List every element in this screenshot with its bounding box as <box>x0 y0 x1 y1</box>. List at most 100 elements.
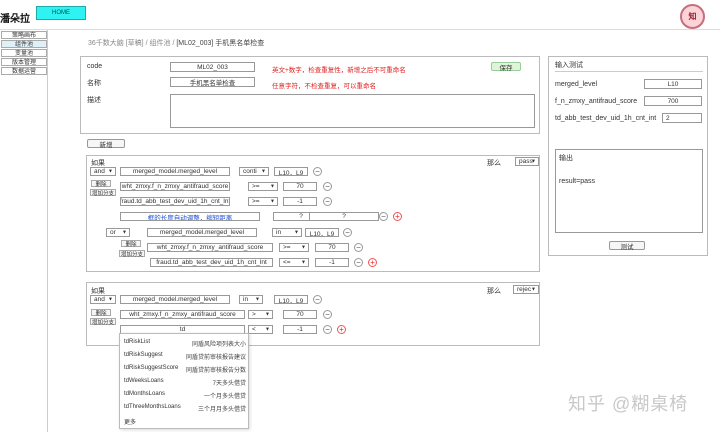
test-panel: 输入测试 merged_level L10 f_n_zmxy_antifraud… <box>548 56 708 256</box>
rule1-sub-cond2-op[interactable]: >= ▼ <box>279 243 309 252</box>
rule1-hint-box2[interactable]: ? <box>309 212 379 221</box>
rule1-sub-cond1-op[interactable]: in ▼ <box>272 228 302 237</box>
rule1-logic-select[interactable]: and ▼ <box>90 167 116 176</box>
breadcrumb-current: [ML02_003] 手机黑名单检查 <box>176 40 265 47</box>
top-bar <box>0 0 720 30</box>
component-form: code ML02_003 英文+数字，检查重复性，新增之后不可重命名 保存 名… <box>80 56 540 134</box>
sidebar-item-data-operations[interactable]: 数据运营 <box>1 67 47 75</box>
rule1-sub-cond3-remove-icon[interactable]: − <box>354 258 363 267</box>
home-button[interactable]: HOME <box>36 6 86 20</box>
test-input-label-3: td_abb_test_dev_uid_1h_cnt_int <box>555 115 657 122</box>
name-hint: 任意字符，不检查重复，可以重命名 <box>272 83 376 90</box>
rule1-delete-button[interactable]: 删除 <box>91 180 111 188</box>
autocomplete-option[interactable]: tdRiskList 同盾风险项列表大小 <box>124 337 248 348</box>
output-box: 输出 result=pass <box>555 149 703 233</box>
breadcrumb: 36千数大脑 [草稿] / 组件池 / [ML02_003] 手机黑名单检查 <box>88 40 265 47</box>
rule1-sub-cond2-remove-icon[interactable]: − <box>354 243 363 252</box>
rule1-cond3-value[interactable]: -1 <box>283 197 317 206</box>
test-input-label-2: f_n_zmxy_antifraud_score <box>555 98 638 105</box>
rule2-then-label: 那么 <box>487 288 501 295</box>
rule2-cond2-op[interactable]: > ▼ <box>248 310 273 319</box>
rule2-cond1-field[interactable]: merged_model.merged_level <box>120 295 230 304</box>
desc-textarea[interactable] <box>170 94 535 128</box>
rule2-add-branch-button[interactable]: 增加分支 <box>90 318 116 326</box>
sidebar-item-variable-pool[interactable]: 变量池 <box>1 49 47 57</box>
output-label: 输出 <box>559 155 573 162</box>
name-input[interactable]: 手机黑名单检查 <box>170 77 255 87</box>
rule1-cond1-value[interactable]: L10，L9 <box>274 167 308 176</box>
test-input-antifraud-score[interactable]: 700 <box>644 96 702 106</box>
rule1-add-branch-button[interactable]: 增加分支 <box>90 189 116 197</box>
rule2-cond2-value[interactable]: 70 <box>283 310 317 319</box>
rule2-cond3-op[interactable]: < ▼ <box>248 325 273 334</box>
rule2-cond2-field[interactable]: wht_zmxy.f_n_zmxy_antifraud_score <box>120 310 245 319</box>
code-label: code <box>87 63 103 70</box>
name-label: 名称 <box>87 80 101 87</box>
rule1-then-label: 那么 <box>487 160 501 167</box>
rule1-sub-cond3-field[interactable]: fraud.td_abb_test_dev_uid_1h_cnt_lnt <box>150 258 273 267</box>
rule2-logic-select[interactable]: and ▼ <box>90 295 116 304</box>
rule1-cond1-field[interactable]: merged_model.merged_level <box>120 167 230 176</box>
code-input[interactable]: ML02_003 <box>170 62 255 72</box>
rule2-cond1-value[interactable]: L10，L9 <box>274 295 308 304</box>
rule1-cond2-remove-icon[interactable]: − <box>323 182 332 191</box>
autocomplete-option[interactable]: tdMonthsLoans 一个月多头借贷 <box>124 389 248 400</box>
rule1-sub-cond2-field[interactable]: wht_zmxy.f_n_zmxy_antifraud_score <box>147 243 273 252</box>
save-button[interactable]: 保存 <box>491 62 521 72</box>
rule1-hint-text: 框的长度自动调整，缩短距离 <box>120 212 260 221</box>
rule2-cond3-remove-icon[interactable]: − <box>323 325 332 334</box>
rule1-sub-logic-select[interactable]: or ▼ <box>106 228 130 237</box>
rule1-sub-cond1-remove-icon[interactable]: − <box>343 228 352 237</box>
autocomplete-option[interactable]: tdWeeksLoans 7天多头借贷 <box>124 376 248 387</box>
rule2-result-select[interactable]: rejec ▼ <box>513 285 539 294</box>
rule1-cond2-op[interactable]: >= ▼ <box>248 182 278 191</box>
rule1-hint-remove-icon[interactable]: − <box>379 212 388 221</box>
rule1-cond2-field[interactable]: wht_zmxy.f_n_zmxy_antifraud_score <box>120 182 230 191</box>
output-value: result=pass <box>559 178 595 185</box>
rule1-sub-delete-button[interactable]: 删除 <box>121 240 141 248</box>
autocomplete-option[interactable]: tdThreeMonthsLoans 三个月月多头借贷 <box>124 402 248 413</box>
rule2-delete-button[interactable]: 删除 <box>91 309 111 317</box>
rule2-add-icon[interactable]: + <box>337 325 346 334</box>
code-hint: 英文+数字，检查重复性，新增之后不可重命名 <box>272 67 406 74</box>
rule2-cond2-remove-icon[interactable]: − <box>323 310 332 319</box>
rule2-cond1-remove-icon[interactable]: − <box>313 295 322 304</box>
breadcrumb-root[interactable]: 36千数大脑 [草稿] <box>88 40 144 47</box>
rule1-sub-cond1-value[interactable]: L10，L9 <box>305 228 339 237</box>
rule1-sub-add-branch-button[interactable]: 增加分支 <box>119 250 145 258</box>
rule1-sub-cond3-value[interactable]: -1 <box>315 258 349 267</box>
user-avatar[interactable]: 知 <box>680 4 705 29</box>
rule1-sub-cond1-field[interactable]: merged_model.merged_level <box>147 228 257 237</box>
rule-block-1: 如果 那么 pass ▼ and ▼ 删除 增加分支 merged_model.me… <box>86 155 540 272</box>
rule1-cond2-value[interactable]: 70 <box>283 182 317 191</box>
test-input-label-1: merged_level <box>555 81 598 88</box>
rule1-hint-add-icon[interactable]: + <box>393 212 402 221</box>
rule1-cond1-remove-icon[interactable]: − <box>313 167 322 176</box>
sidebar-item-version-management[interactable]: 版本管理 <box>1 58 47 66</box>
new-rule-button[interactable]: 新增 <box>87 139 125 149</box>
rule2-cond3-value[interactable]: -1 <box>283 325 317 334</box>
autocomplete-option[interactable]: tdRiskSuggestScore 同盾贷前审核报告分数 <box>124 363 248 374</box>
rule2-cond1-op[interactable]: in ▼ <box>239 295 263 304</box>
rule1-cond1-op[interactable]: conti ▼ <box>239 167 269 176</box>
sidebar-item-component-pool[interactable]: 组件池 <box>1 40 47 48</box>
desc-label: 描述 <box>87 97 101 104</box>
rule1-result-select[interactable]: pass ▼ <box>515 157 539 166</box>
test-input-td-uid-count[interactable]: 2 <box>662 113 702 123</box>
watermark: 知乎 @糊桌椅 <box>568 394 689 414</box>
test-input-merged-level[interactable]: L10 <box>644 79 702 89</box>
field-autocomplete-dropdown: tdRiskList 同盾风险项列表大小 tdRiskSuggest 同盾贷前审核报… <box>119 333 249 429</box>
sidebar-item-strategy-canvas[interactable]: 策略画布 <box>1 31 47 39</box>
breadcrumb-mid[interactable]: 组件池 <box>149 40 170 47</box>
autocomplete-option[interactable]: tdRiskSuggest 同盾贷前审核报告建议 <box>124 350 248 361</box>
rule1-cond3-field[interactable]: fraud.td_abb_test_dev_uid_1h_cnt_lnt <box>120 197 230 206</box>
rule1-sub-add-icon[interactable]: + <box>368 258 377 267</box>
sidebar: 策略画布 组件池 变量池 版本管理 数据运营 <box>0 30 48 432</box>
autocomplete-more[interactable]: 更多 <box>124 415 248 426</box>
rule1-cond3-remove-icon[interactable]: − <box>323 197 332 206</box>
run-test-button[interactable]: 测试 <box>609 241 645 251</box>
rule1-sub-cond2-value[interactable]: 70 <box>315 243 349 252</box>
app-logo: 潘朵拉 <box>0 14 30 25</box>
rule1-cond3-op[interactable]: >= ▼ <box>248 197 278 206</box>
rule1-sub-cond3-op[interactable]: <= ▼ <box>279 258 309 267</box>
